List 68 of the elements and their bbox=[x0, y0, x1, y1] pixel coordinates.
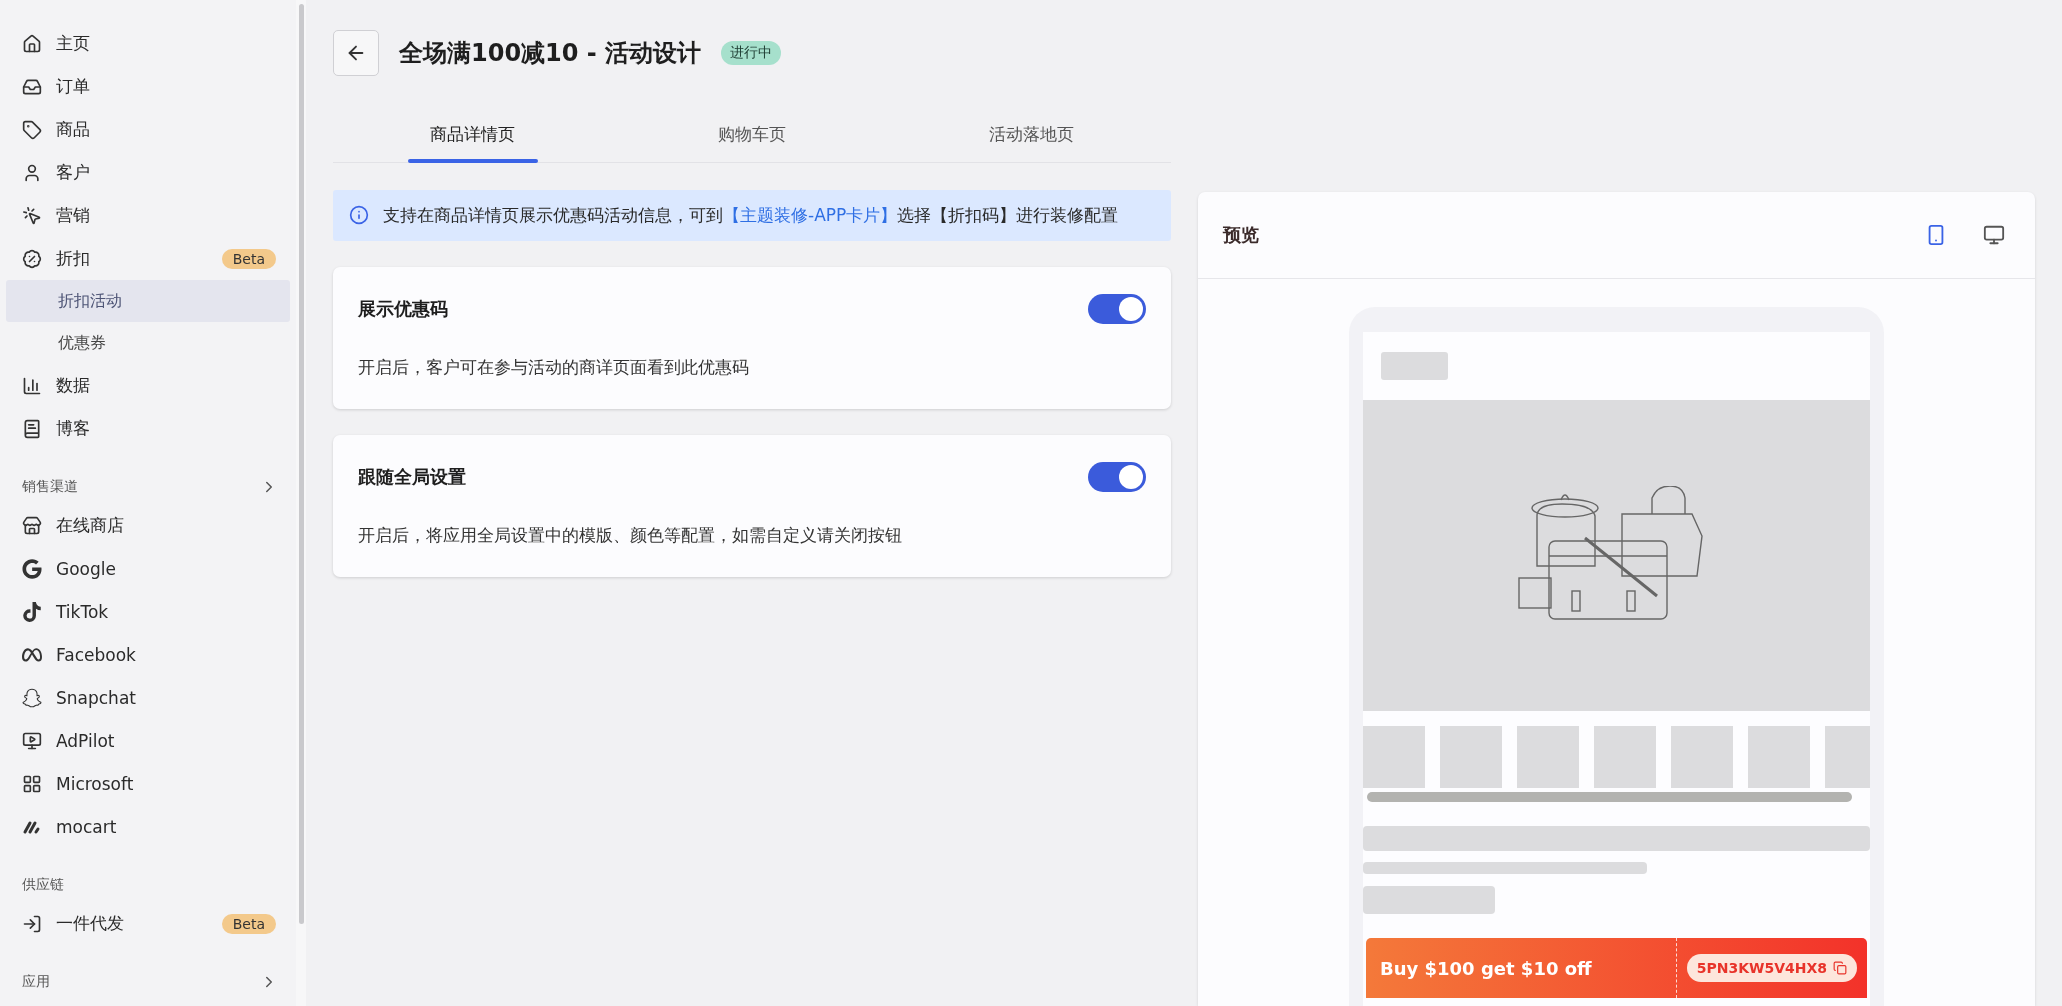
coupon-text: Buy $100 get $10 off bbox=[1380, 957, 1593, 979]
card-description: 开启后，将应用全局设置中的模版、颜色等配置，如需自定义请关闭按钮 bbox=[358, 524, 903, 547]
section-title: 销售渠道 bbox=[22, 478, 78, 496]
bar-chart-icon bbox=[22, 375, 42, 396]
thumbnail-placeholder bbox=[1594, 726, 1656, 788]
sidebar-item[interactable]: 营销 bbox=[0, 194, 296, 237]
tab[interactable]: 购物车页 bbox=[612, 106, 892, 162]
tag-icon bbox=[22, 119, 42, 140]
sidebar-item[interactable]: 数据 bbox=[0, 364, 296, 407]
thumbnail-placeholder bbox=[1748, 726, 1810, 788]
thumbnail-placeholder bbox=[1363, 726, 1425, 788]
logo-placeholder bbox=[1381, 352, 1448, 380]
toggle-switch[interactable] bbox=[1088, 294, 1146, 324]
page-title: 全场满100减10 - 活动设计 bbox=[399, 38, 702, 69]
thumbnail-placeholder bbox=[1671, 726, 1733, 788]
sidebar-item[interactable]: 商品 bbox=[0, 108, 296, 151]
grid-icon bbox=[22, 773, 42, 794]
sidebar-item[interactable]: Facebook bbox=[0, 633, 296, 676]
copy-icon bbox=[1833, 961, 1847, 975]
info-icon bbox=[349, 205, 369, 225]
sidebar-item[interactable]: 一件代发 Beta bbox=[0, 902, 296, 945]
card-title: 跟随全局设置 bbox=[358, 465, 466, 489]
thumbnail-placeholder bbox=[1517, 726, 1579, 788]
snapchat-icon bbox=[22, 687, 42, 708]
sidebar-item[interactable]: mocart bbox=[0, 805, 296, 848]
sidebar-item[interactable]: 折扣 Beta bbox=[0, 237, 296, 280]
scrollbar[interactable] bbox=[298, 4, 304, 924]
coupon-code[interactable]: 5PN3KW5V4HX8 bbox=[1686, 954, 1857, 982]
sidebar-subitem[interactable]: 优惠券 bbox=[6, 322, 290, 364]
store-icon bbox=[22, 515, 42, 536]
percent-badge-icon bbox=[22, 248, 42, 269]
thumbnail-placeholder bbox=[1440, 726, 1502, 788]
sidebar-item[interactable]: TikTok bbox=[0, 590, 296, 633]
sidebar-item[interactable]: 订单 bbox=[0, 65, 296, 108]
sidebar-item[interactable]: Google bbox=[0, 547, 296, 590]
sidebar-subitem[interactable]: 折扣活动 bbox=[6, 280, 290, 322]
google-icon bbox=[22, 558, 42, 579]
pointer-click-icon bbox=[22, 205, 42, 226]
ad-screen-icon bbox=[22, 730, 42, 751]
user-icon bbox=[22, 162, 42, 183]
section-title: 供应链 bbox=[22, 876, 64, 894]
card-title: 展示优惠码 bbox=[358, 297, 448, 321]
info-text: 支持在商品详情页展示优惠码活动信息，可到【主题装修-APP卡片】选择【折扣码】进行装修配置 bbox=[383, 204, 1119, 227]
tab[interactable]: 商品详情页 bbox=[333, 106, 613, 162]
sidebar-item[interactable]: AdPilot bbox=[0, 719, 296, 762]
section-title: 应用 bbox=[22, 973, 50, 991]
beta-badge: Beta bbox=[221, 248, 276, 269]
theme-link[interactable]: 【主题装修-APP卡片】 bbox=[723, 205, 898, 225]
sidebar-item[interactable]: Snapchat bbox=[0, 676, 296, 719]
sidebar-item[interactable]: 主页 bbox=[0, 22, 296, 65]
card-description: 开启后，客户可在参与活动的商详页面看到此优惠码 bbox=[358, 356, 750, 379]
sidebar-item[interactable]: 博客 bbox=[0, 407, 296, 450]
sidebar-item[interactable]: 客户 bbox=[0, 151, 296, 194]
thumbnail-placeholder bbox=[1825, 726, 1870, 788]
beta-badge: Beta bbox=[221, 913, 276, 934]
back-button[interactable] bbox=[333, 30, 379, 76]
sidebar-item[interactable]: 在线商店 bbox=[0, 504, 296, 547]
import-icon bbox=[22, 913, 42, 934]
panel-title: 预览 bbox=[1223, 223, 1260, 247]
monitor-icon bbox=[1983, 224, 2005, 246]
sidebar-item[interactable]: Microsoft bbox=[0, 762, 296, 805]
tab[interactable]: 活动落地页 bbox=[891, 106, 1171, 162]
book-icon bbox=[22, 418, 42, 439]
scrollbar[interactable] bbox=[1367, 792, 1852, 802]
home-icon bbox=[22, 33, 42, 54]
tiktok-icon bbox=[22, 601, 42, 622]
toggle-switch[interactable] bbox=[1088, 462, 1146, 492]
status-badge: 进行中 bbox=[721, 41, 782, 65]
